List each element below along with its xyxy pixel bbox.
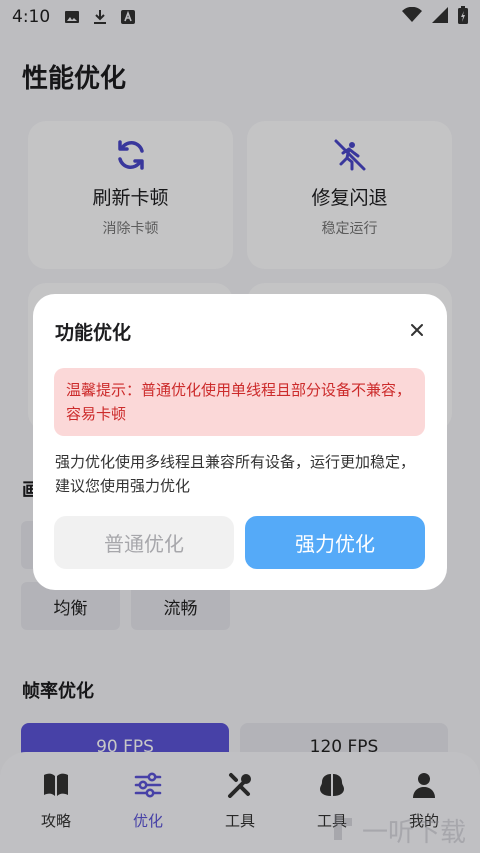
warning-banner: 温馨提示：普通优化使用单线程且部分设备不兼容，容易卡顿 (54, 368, 425, 436)
dialog-title: 功能优化 (55, 322, 132, 344)
optimize-dialog: 功能优化 温馨提示：普通优化使用单线程且部分设备不兼容，容易卡顿 强力优化使用多… (33, 294, 447, 590)
watermark: 一听下载 (330, 812, 466, 849)
normal-optimize-button[interactable]: 普通优化 (54, 516, 234, 569)
watermark-text: 一听下载 (362, 818, 467, 848)
strong-optimize-button[interactable]: 强力优化 (245, 516, 425, 569)
close-icon[interactable] (409, 322, 425, 338)
watermark-logo-icon (330, 812, 356, 849)
dialog-description: 强力优化使用多线程且兼容所有设备，运行更加稳定，建议您使用强力优化 (55, 453, 416, 495)
